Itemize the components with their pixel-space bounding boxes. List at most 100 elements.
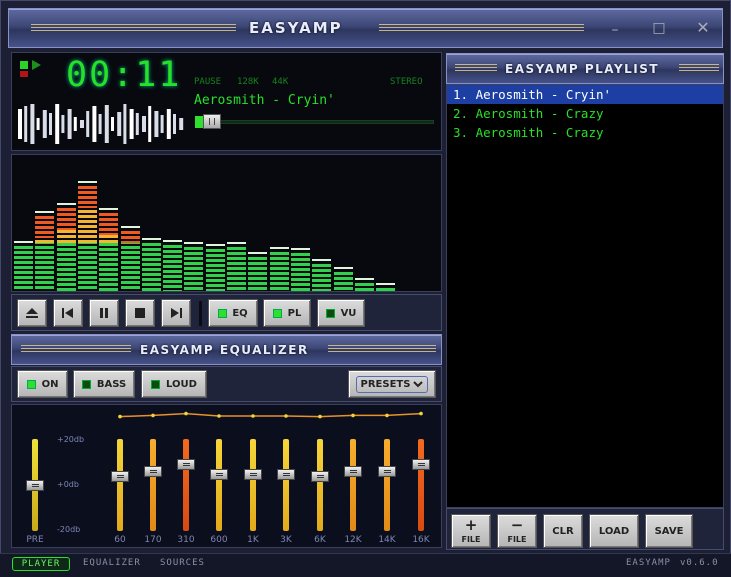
eq-band-16K-slider-track[interactable]	[418, 439, 424, 531]
waveform-bar	[142, 116, 146, 132]
equalizer-title: EASYAMP EQUALIZER	[140, 343, 309, 357]
spectrum-bar	[376, 283, 396, 291]
loud-button[interactable]: LOUD	[141, 370, 207, 398]
eject-button[interactable]	[17, 299, 47, 327]
play-state: PAUSE	[194, 77, 222, 87]
add-file-button[interactable]: + FILE	[451, 514, 491, 548]
equalizer-title-bar[interactable]: EASYAMP EQUALIZER	[11, 334, 442, 365]
time-display[interactable]: 00:11	[66, 55, 181, 95]
add-file-label: FILE	[461, 534, 481, 544]
stop-button[interactable]	[125, 299, 155, 327]
eq-band-60-slider-track[interactable]	[117, 439, 123, 531]
eq-band-6K-slider-thumb[interactable]	[311, 470, 329, 482]
pl-toggle-button[interactable]: PL	[263, 299, 311, 327]
playlist-item[interactable]: 1. Aerosmith - Cryin'	[447, 85, 723, 104]
waveform-bar	[36, 118, 40, 130]
bass-button[interactable]: BASS	[73, 370, 135, 398]
eq-band-1K-slider-track[interactable]	[250, 439, 256, 531]
plus-icon: +	[464, 515, 478, 534]
eq-curve-point	[251, 414, 255, 418]
eq-band-12K-slider-thumb[interactable]	[344, 466, 362, 478]
eq-band-14K-slider-thumb[interactable]	[378, 466, 396, 478]
eq-led-icon	[218, 308, 228, 318]
eq-band-60-slider-thumb[interactable]	[111, 470, 129, 482]
eq-band-170-slider-track[interactable]	[150, 439, 156, 531]
vu-toggle-button[interactable]: VU	[317, 299, 365, 327]
status-app-name: EASYAMP	[626, 558, 671, 568]
presets-button[interactable]: PRESETS	[348, 370, 436, 398]
seek-thumb[interactable]	[202, 114, 221, 129]
waveform-bar	[42, 110, 47, 138]
waveform-bar	[135, 113, 139, 135]
eq-band-310-slider-track[interactable]	[183, 439, 189, 531]
scale-top-label: +20db	[57, 435, 85, 444]
track-title: Aerosmith - Cryin'	[194, 93, 335, 108]
eq-band-3K-slider-track[interactable]	[283, 439, 289, 531]
eq-band-1K-slider-thumb[interactable]	[244, 468, 262, 480]
eq-band-600-slider-track[interactable]	[216, 439, 222, 531]
tab-player[interactable]: PLAYER	[12, 557, 70, 571]
waveform-bar	[30, 104, 35, 144]
waveform-bar	[98, 114, 102, 134]
waveform-bar	[55, 104, 60, 144]
waveform-bar	[80, 120, 84, 128]
pause-button[interactable]	[89, 299, 119, 327]
eq-band-12K-slider-track[interactable]	[350, 439, 356, 531]
waveform-bar	[160, 115, 164, 133]
eq-band-14K-slider-track[interactable]	[384, 439, 390, 531]
waveform-bar	[61, 115, 65, 133]
seek-bar[interactable]	[198, 120, 434, 124]
waveform-bar	[179, 118, 184, 130]
main-title-bar[interactable]: EASYAMP – □ ✕	[8, 8, 723, 48]
waveform-visualizer	[18, 104, 184, 144]
eq-band-170-slider-thumb[interactable]	[144, 466, 162, 478]
waveform-bar	[18, 109, 22, 139]
eq-toggle-button[interactable]: EQ	[208, 299, 258, 327]
playlist-list[interactable]: 1. Aerosmith - Cryin' 2. Aerosmith - Cra…	[446, 84, 724, 508]
minimize-icon[interactable]: –	[605, 21, 625, 39]
load-button[interactable]: LOAD	[589, 514, 639, 548]
eq-curve-point	[419, 411, 423, 416]
eq-toggle-label: EQ	[232, 307, 248, 319]
clear-button[interactable]: CLR	[543, 514, 583, 548]
eq-band-310-slider-thumb[interactable]	[177, 459, 195, 471]
close-icon[interactable]: ✕	[693, 19, 713, 37]
spectrum-bar	[35, 211, 55, 291]
player-display: 00:11 PAUSE 128K 44K STEREO Aerosmith - …	[11, 52, 442, 151]
preamp-slider-thumb[interactable]	[26, 480, 44, 491]
tab-equalizer[interactable]: EQUALIZER	[83, 558, 141, 568]
eq-band-60-slider-label: 60	[114, 535, 126, 545]
eq-band-3K-slider-thumb[interactable]	[277, 468, 295, 480]
playlist-item[interactable]: 2. Aerosmith - Crazy	[447, 104, 723, 123]
scale-mid-label: +0db	[57, 480, 79, 489]
eq-on-button[interactable]: ON	[17, 370, 68, 398]
waveform-bar	[117, 112, 122, 136]
eq-band-170-slider-label: 170	[144, 535, 162, 545]
playlist-buttons-panel: + FILE − FILE CLR LOAD SAVE	[446, 508, 724, 550]
pl-led-icon	[272, 308, 282, 318]
waveform-bar	[148, 106, 152, 142]
tab-player-label: PLAYER	[21, 559, 61, 569]
save-button[interactable]: SAVE	[645, 514, 693, 548]
eq-band-600-slider-label: 600	[210, 535, 228, 545]
eq-band-6K-slider-track[interactable]	[317, 439, 323, 531]
next-button[interactable]	[161, 299, 191, 327]
bass-label: BASS	[96, 378, 127, 390]
waveform-bar	[173, 114, 176, 134]
waveform-bar	[111, 117, 114, 131]
eq-band-14K-slider-label: 14K	[378, 535, 396, 545]
playlist-title-bar[interactable]: EASYAMP PLAYLIST	[446, 53, 724, 84]
eq-band-16K-slider-thumb[interactable]	[412, 459, 430, 471]
waveform-bar	[129, 109, 134, 139]
tab-sources[interactable]: SOURCES	[160, 558, 205, 568]
waveform-bar	[123, 104, 127, 144]
remove-file-label: FILE	[507, 534, 527, 544]
waveform-bar	[67, 109, 72, 139]
spectrum-bar	[141, 238, 161, 291]
maximize-icon[interactable]: □	[649, 19, 669, 37]
playlist-item[interactable]: 3. Aerosmith - Crazy	[447, 123, 723, 142]
remove-file-button[interactable]: − FILE	[497, 514, 537, 548]
eq-band-600-slider-thumb[interactable]	[210, 468, 228, 480]
previous-button[interactable]	[53, 299, 83, 327]
waveform-bar	[154, 111, 159, 137]
